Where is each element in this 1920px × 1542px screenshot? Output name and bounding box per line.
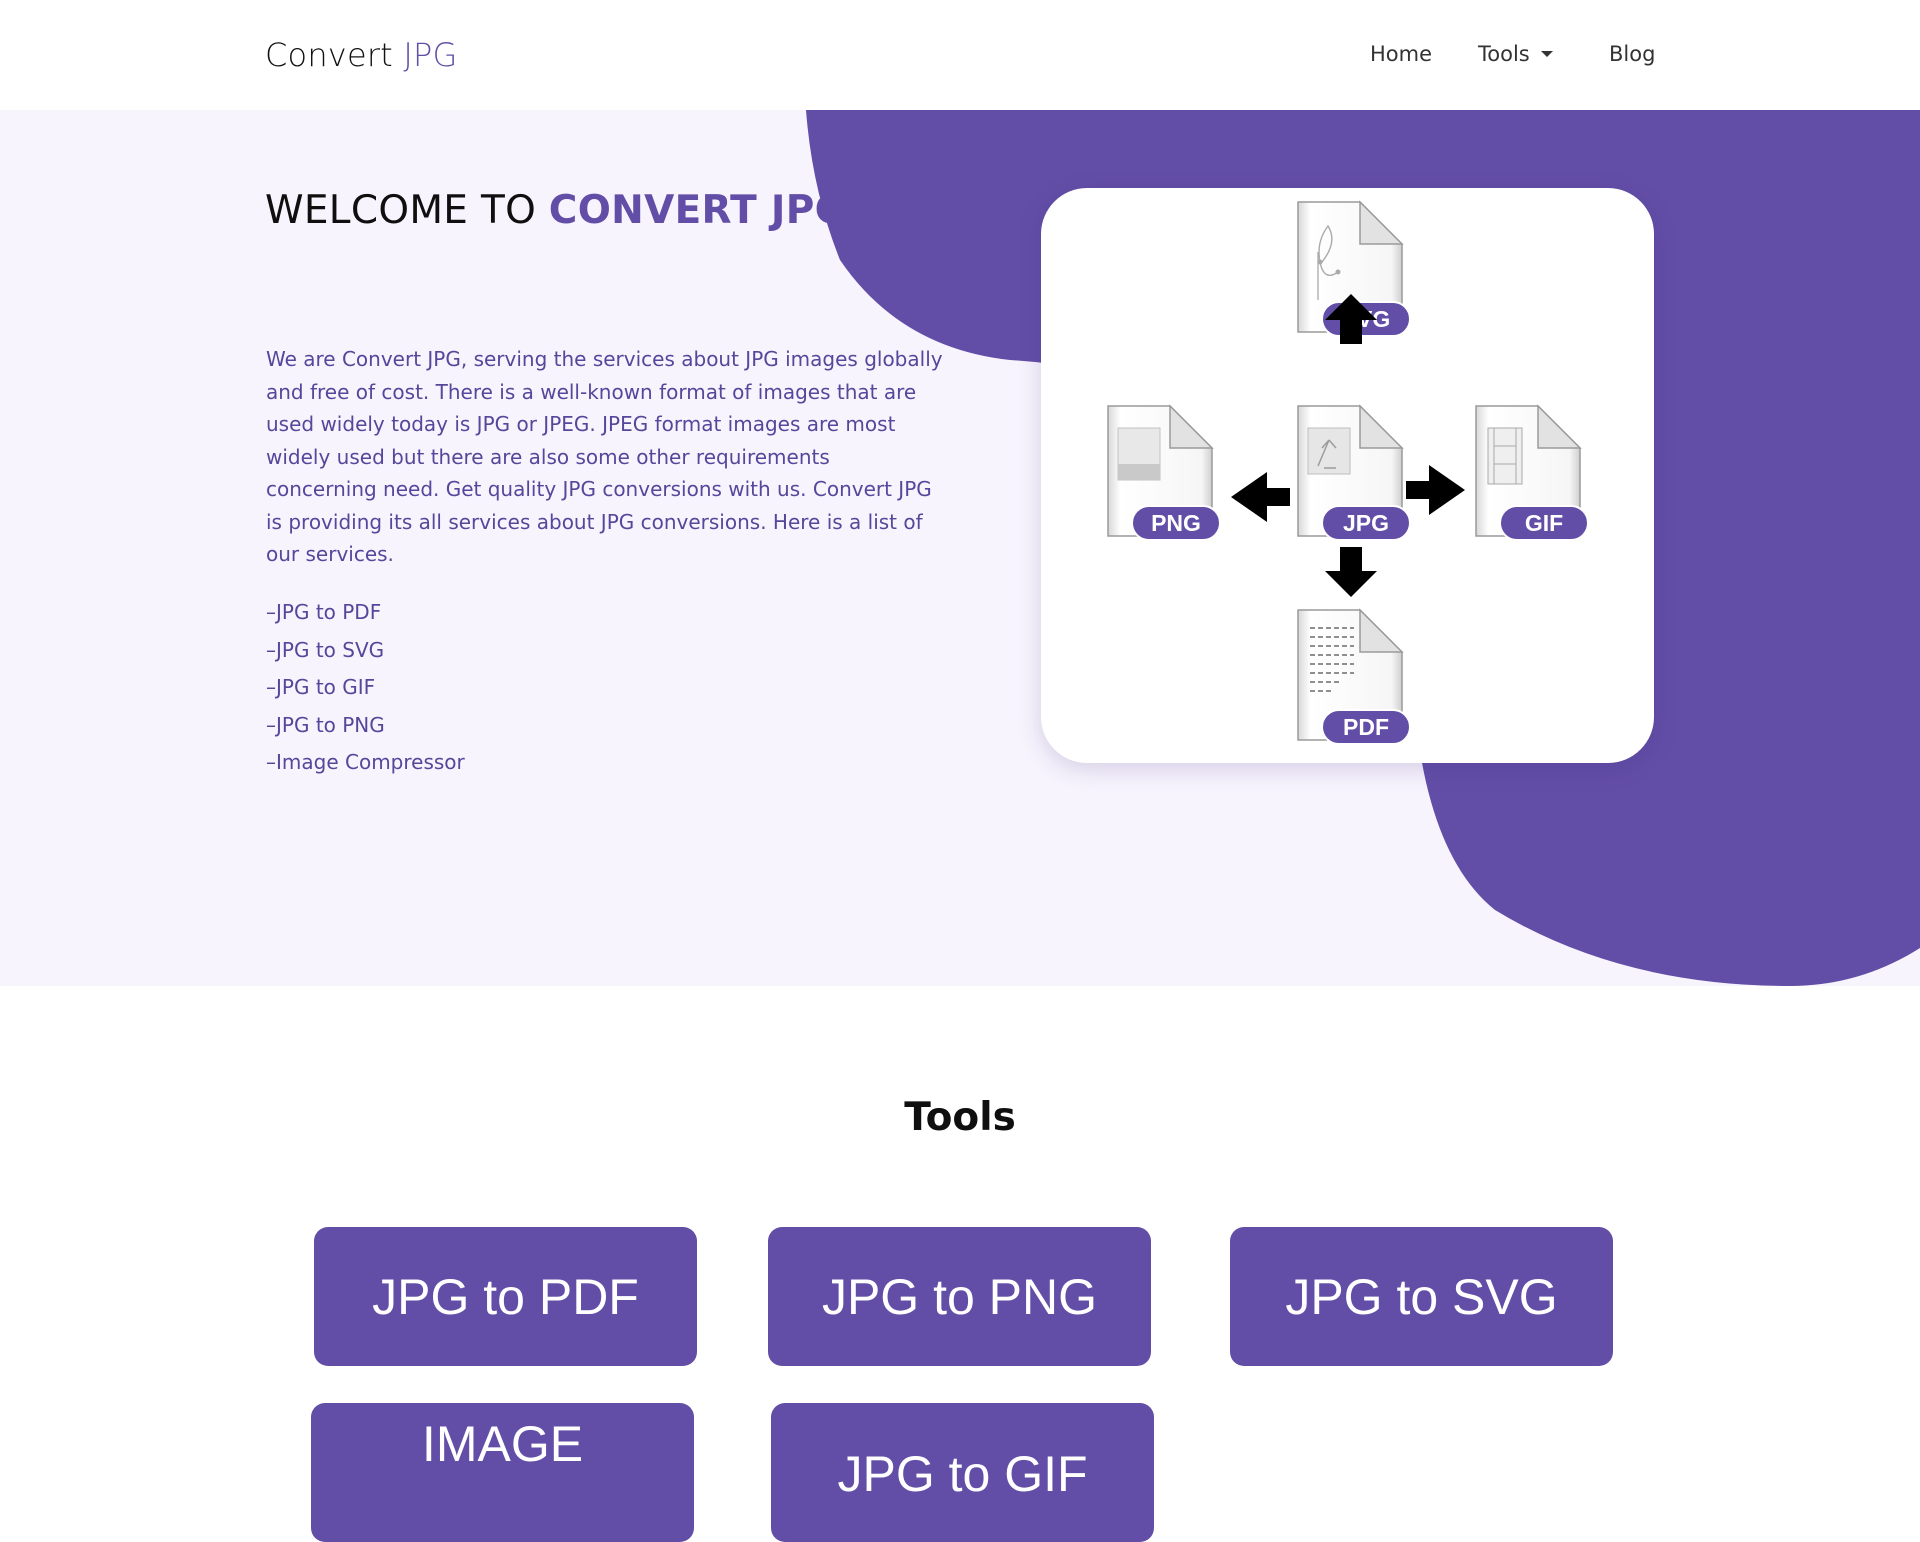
arrow-right-icon <box>1406 465 1465 515</box>
nav-tools-label: Tools <box>1478 42 1530 66</box>
pdf-file-icon: PDF <box>1297 608 1411 745</box>
gif-label: GIF <box>1525 510 1563 536</box>
service-item: –JPG to PNG <box>266 712 385 737</box>
hero-title-prefix: WELCOME TO <box>265 188 537 233</box>
jpg-label: JPG <box>1343 510 1389 536</box>
jpg-to-svg-button[interactable]: JPG to SVG <box>1230 1227 1613 1366</box>
hero-description: We are Convert JPG, serving the services… <box>266 347 943 566</box>
png-label: PNG <box>1151 510 1201 536</box>
service-item: –JPG to PDF <box>266 600 382 624</box>
hero-title-accent: CONVERT JPG <box>548 188 847 233</box>
jpg-file-icon: JPG <box>1297 404 1411 541</box>
brand-logo[interactable]: Convert JPG <box>265 36 457 74</box>
service-item: –JPG to GIF <box>266 675 376 699</box>
brand-accent: JPG <box>403 36 458 74</box>
service-item: –JPG to SVG <box>266 637 385 662</box>
services-list: –JPG to PDF –JPG to SVG –JPG to GIF –JPG… <box>266 594 465 782</box>
pdf-label: PDF <box>1343 714 1389 740</box>
hero-title: WELCOME TO CONVERT JPG <box>265 188 847 233</box>
caret-down-icon <box>1540 51 1553 57</box>
service-item: –Image Compressor <box>266 750 465 774</box>
arrow-down-icon <box>1325 547 1377 597</box>
navbar: Convert JPG Home Tools Blog <box>0 0 1920 110</box>
nav-home-link[interactable]: Home <box>1370 42 1432 66</box>
nav-blog-link[interactable]: Blog <box>1609 42 1655 66</box>
png-file-icon: PNG <box>1107 404 1221 541</box>
conversion-diagram-card: SVG JPG PNG <box>1041 188 1654 763</box>
jpg-to-png-button[interactable]: JPG to PNG <box>768 1227 1151 1366</box>
arrow-left-icon <box>1231 472 1290 522</box>
brand-main: Convert <box>265 36 393 74</box>
gif-file-icon: GIF <box>1475 404 1589 541</box>
conversion-diagram: SVG JPG PNG <box>1107 200 1589 745</box>
jpg-to-pdf-button[interactable]: JPG to PDF <box>314 1227 697 1366</box>
nav-tools-dropdown[interactable]: Tools <box>1478 42 1553 66</box>
tools-section-title: Tools <box>904 1095 1016 1140</box>
hero-section: WELCOME TO CONVERT JPG We are Convert JP… <box>0 110 1920 986</box>
